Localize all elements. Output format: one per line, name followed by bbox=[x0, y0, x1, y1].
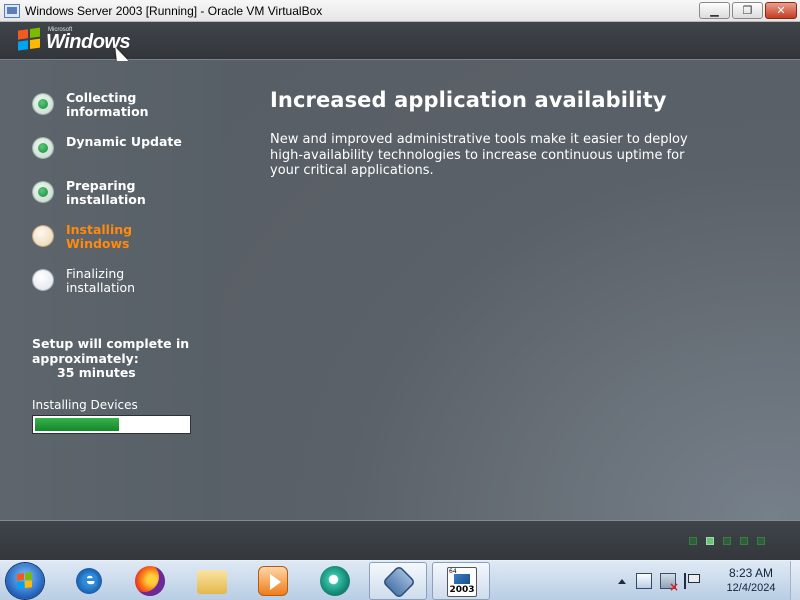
progress-label: Installing Devices bbox=[32, 398, 138, 412]
slide-headline: Increased application availability bbox=[270, 88, 667, 112]
slide-dot bbox=[740, 537, 748, 545]
clock-date: 12/4/2024 bbox=[726, 582, 776, 594]
network-icon[interactable] bbox=[636, 573, 652, 589]
windows-flag-icon bbox=[18, 27, 42, 52]
virtualbox-app-icon bbox=[4, 3, 20, 18]
eta-minutes: 35 minutes bbox=[57, 365, 136, 380]
folder-icon bbox=[197, 570, 227, 594]
step-label: Finalizing installation bbox=[66, 266, 136, 295]
virtualbox-icon bbox=[382, 565, 416, 599]
step-label: Collecting information bbox=[66, 90, 149, 119]
setup-screen: Microsoft Windows Collecting information… bbox=[0, 22, 800, 560]
volume-muted-icon[interactable] bbox=[660, 573, 679, 594]
restore-button[interactable]: ❐ bbox=[732, 2, 763, 19]
slide-indicator bbox=[689, 537, 765, 545]
internet-explorer-icon bbox=[74, 564, 104, 596]
step-done-icon bbox=[33, 182, 53, 202]
step-dynamic-update: Dynamic Update bbox=[33, 135, 186, 179]
slide-dot bbox=[689, 537, 697, 545]
eta-line-2: approximately: bbox=[32, 350, 139, 366]
media-player-icon bbox=[258, 566, 288, 596]
step-pending-icon bbox=[33, 270, 53, 290]
setup-content bbox=[222, 61, 800, 520]
vm-badge-label: 2003 bbox=[449, 585, 475, 595]
slide-dot bbox=[723, 537, 731, 545]
windows-start-icon bbox=[17, 572, 33, 590]
window-title-bar[interactable]: Windows Server 2003 [Running] - Oracle V… bbox=[0, 0, 800, 22]
firefox-icon bbox=[135, 566, 165, 596]
close-button[interactable]: ✕ bbox=[765, 2, 797, 19]
taskbar-media-player[interactable] bbox=[244, 562, 302, 600]
window-controls: ▁ ❐ ✕ bbox=[699, 2, 797, 19]
taskbar-app[interactable] bbox=[306, 562, 364, 600]
step-done-icon bbox=[33, 94, 53, 114]
window-title: Windows Server 2003 [Running] - Oracle V… bbox=[25, 3, 323, 18]
slide-dot bbox=[757, 537, 765, 545]
eta-line-1: Setup will complete in bbox=[32, 336, 190, 351]
setup-sidebar: Collecting information Dynamic Update Pr… bbox=[0, 61, 222, 520]
step-done-icon bbox=[33, 138, 53, 158]
clock[interactable]: 8:23 AM 12/4/2024 bbox=[716, 565, 786, 596]
step-installing-windows: Installing Windows bbox=[33, 223, 186, 267]
step-preparing-installation: Preparing installation bbox=[33, 179, 186, 223]
logo-microsoft-text: Microsoft bbox=[48, 27, 73, 33]
windows-server-2003-icon: 64 2003 bbox=[447, 567, 477, 597]
taskbar-file-explorer[interactable] bbox=[183, 562, 241, 600]
action-center-flag-icon[interactable] bbox=[684, 573, 700, 589]
slide-dot bbox=[706, 537, 714, 545]
taskbar-firefox[interactable] bbox=[121, 562, 179, 600]
setup-steps: Collecting information Dynamic Update Pr… bbox=[33, 91, 186, 311]
taskbar-internet-explorer[interactable] bbox=[60, 562, 118, 600]
progress-bar-fill bbox=[35, 418, 120, 431]
estimated-time: Setup will complete in approximately: 35… bbox=[32, 336, 190, 381]
taskbar: 64 2003 8:23 AM 12/4/2024 bbox=[0, 560, 800, 600]
clock-time: 8:23 AM bbox=[728, 566, 774, 580]
minimize-button[interactable]: ▁ bbox=[699, 2, 730, 19]
step-label: Preparing installation bbox=[66, 178, 146, 207]
app-icon bbox=[320, 566, 350, 596]
taskbar-windows-server-2003-vm[interactable]: 64 2003 bbox=[432, 562, 490, 600]
step-finalizing-installation: Finalizing installation bbox=[33, 267, 186, 311]
setup-footer bbox=[0, 520, 800, 560]
show-desktop-button[interactable] bbox=[790, 561, 800, 600]
progress-bar bbox=[32, 415, 191, 434]
slide-description: New and improved administrative tools ma… bbox=[270, 132, 688, 178]
show-hidden-icons-icon[interactable] bbox=[618, 578, 626, 584]
taskbar-virtualbox[interactable] bbox=[369, 562, 427, 600]
step-collecting-information: Collecting information bbox=[33, 91, 186, 135]
step-active-icon bbox=[33, 226, 53, 246]
step-label: Installing Windows bbox=[66, 222, 133, 251]
step-label: Dynamic Update bbox=[66, 134, 182, 149]
system-tray bbox=[618, 561, 708, 600]
start-button[interactable] bbox=[6, 563, 44, 599]
vm-badge-bits: 64 bbox=[449, 568, 457, 575]
